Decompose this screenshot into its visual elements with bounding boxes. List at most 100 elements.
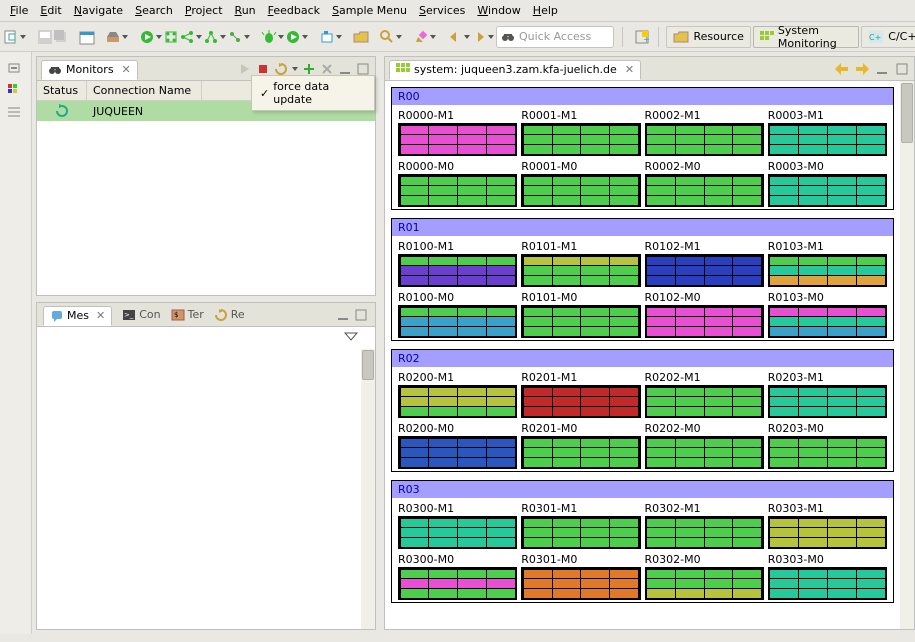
perspective-resource[interactable]: Resource [666, 26, 750, 48]
edit-icon[interactable] [414, 28, 428, 46]
graph-icon[interactable] [180, 28, 194, 46]
minimize-icon[interactable] [335, 307, 351, 323]
rack-R01[interactable]: R01R0100-M1R0101-M1R0102-M1R0103-M1R0100… [391, 218, 894, 341]
node-R0200-M1[interactable]: R0200-M1 [398, 371, 517, 418]
run-circle-icon[interactable] [286, 28, 300, 46]
node-R0303-M0[interactable]: R0303-M0 [768, 553, 887, 600]
run-icon[interactable] [140, 28, 154, 46]
node-R0101-M0[interactable]: R0101-M0 [521, 291, 640, 338]
node-R0302-M1[interactable]: R0302-M1 [645, 502, 764, 549]
close-icon[interactable]: ✕ [96, 309, 105, 322]
monitors-tab[interactable]: Monitors ✕ [41, 60, 138, 80]
menu-search[interactable]: Search [129, 2, 179, 19]
node-R0000-M0[interactable]: R0000-M0 [398, 160, 517, 207]
node-R0001-M0[interactable]: R0001-M0 [521, 160, 640, 207]
node-R0203-M1[interactable]: R0203-M1 [768, 371, 887, 418]
dropdown-icon[interactable] [196, 35, 202, 39]
menu-services[interactable]: Services [413, 2, 471, 19]
node-R0301-M1[interactable]: R0301-M1 [521, 502, 640, 549]
menu-edit[interactable]: Edit [34, 2, 67, 19]
node-R0202-M0[interactable]: R0202-M0 [645, 422, 764, 469]
node-R0000-M1[interactable]: R0000-M1 [398, 109, 517, 156]
column-status[interactable]: Status [37, 81, 87, 100]
dropdown-icon[interactable] [291, 67, 299, 71]
node-R0101-M1[interactable]: R0101-M1 [521, 240, 640, 287]
node-R0103-M0[interactable]: R0103-M0 [768, 291, 887, 338]
dropdown-icon[interactable] [156, 35, 162, 39]
save-icon[interactable] [38, 28, 52, 46]
calendar-icon[interactable] [80, 28, 94, 46]
tree-icon[interactable] [204, 28, 218, 46]
node-R0300-M1[interactable]: R0300-M1 [398, 502, 517, 549]
node-R0102-M0[interactable]: R0102-M0 [645, 291, 764, 338]
forward-icon[interactable] [472, 28, 486, 46]
vertical-scrollbar[interactable] [900, 81, 914, 629]
node-R0300-M0[interactable]: R0300-M0 [398, 553, 517, 600]
dropdown-icon[interactable] [302, 35, 308, 39]
node-R0100-M1[interactable]: R0100-M1 [398, 240, 517, 287]
back-icon[interactable] [448, 28, 462, 46]
menu-run[interactable]: Run [229, 2, 262, 19]
menu-feedback[interactable]: Feedback [262, 2, 326, 19]
rack-R03[interactable]: R03R0300-M1R0301-M1R0302-M1R0303-M1R0300… [391, 480, 894, 603]
tab-ter[interactable]: $Ter [171, 308, 204, 322]
node-R0001-M1[interactable]: R0001-M1 [521, 109, 640, 156]
node-R0301-M0[interactable]: R0301-M0 [521, 553, 640, 600]
dropdown-icon[interactable] [244, 35, 250, 39]
new-icon[interactable] [4, 28, 18, 46]
maximize-icon[interactable] [894, 61, 910, 77]
profile-icon[interactable] [164, 28, 178, 46]
close-icon[interactable]: ✕ [122, 63, 131, 76]
dropdown-icon[interactable] [336, 35, 342, 39]
system-tab[interactable]: system: juqueen3.zam.kfa-juelich.de ✕ [389, 60, 641, 80]
quick-access-input[interactable]: Quick Access [496, 26, 614, 48]
chevron-down-icon[interactable] [345, 331, 359, 345]
perspective-system-monitoring[interactable]: System Monitoring [753, 26, 859, 48]
forward-icon[interactable] [854, 61, 870, 77]
node-R0102-M1[interactable]: R0102-M1 [645, 240, 764, 287]
save-all-icon[interactable] [54, 28, 68, 46]
dropdown-icon[interactable] [278, 35, 284, 39]
rack-R02[interactable]: R02R0200-M1R0201-M1R0202-M1R0203-M1R0200… [391, 349, 894, 472]
debug-icon[interactable] [262, 28, 276, 46]
menu-project[interactable]: Project [179, 2, 229, 19]
menu-file[interactable]: File [4, 2, 34, 19]
menu-help[interactable]: Help [527, 2, 564, 19]
node-R0201-M0[interactable]: R0201-M0 [521, 422, 640, 469]
restore-icon[interactable] [8, 62, 24, 78]
node-R0303-M1[interactable]: R0303-M1 [768, 502, 887, 549]
rack-R00[interactable]: R00R0000-M1R0001-M1R0002-M1R0003-M1R0000… [391, 87, 894, 210]
open-folder-icon[interactable] [354, 28, 368, 46]
column-connection-name[interactable]: Connection Name [87, 81, 202, 100]
dropdown-icon[interactable] [464, 35, 470, 39]
dropdown-icon[interactable] [488, 35, 494, 39]
node-R0002-M1[interactable]: R0002-M1 [645, 109, 764, 156]
tab-con[interactable]: >_Con [122, 308, 160, 322]
node-R0201-M1[interactable]: R0201-M1 [521, 371, 640, 418]
palette-icon[interactable] [8, 84, 24, 100]
dropdown-icon[interactable] [430, 35, 436, 39]
node-R0302-M0[interactable]: R0302-M0 [645, 553, 764, 600]
minimize-icon[interactable] [874, 61, 890, 77]
open-perspective-icon[interactable]: + [635, 29, 649, 45]
list-icon[interactable] [8, 106, 24, 122]
back-icon[interactable] [834, 61, 850, 77]
node-R0203-M0[interactable]: R0203-M0 [768, 422, 887, 469]
dropdown-icon[interactable] [122, 35, 128, 39]
close-icon[interactable]: ✕ [625, 63, 634, 76]
refresh-nodes-icon[interactable] [228, 28, 242, 46]
build-icon[interactable] [106, 28, 120, 46]
node-R0200-M0[interactable]: R0200-M0 [398, 422, 517, 469]
dropdown-icon[interactable] [20, 35, 26, 39]
menu-sample-menu[interactable]: Sample Menu [326, 2, 413, 19]
node-R0003-M1[interactable]: R0003-M1 [768, 109, 887, 156]
tab-mes[interactable]: Mes✕ [43, 306, 112, 326]
node-R0002-M0[interactable]: R0002-M0 [645, 160, 764, 207]
menu-navigate[interactable]: Navigate [68, 2, 129, 19]
menu-window[interactable]: Window [471, 2, 526, 19]
dropdown-icon[interactable] [220, 35, 226, 39]
perspective-c-c-[interactable]: C+C/C++ [861, 26, 915, 48]
maximize-icon[interactable] [353, 307, 369, 323]
vertical-scrollbar[interactable] [361, 349, 375, 629]
node-R0100-M0[interactable]: R0100-M0 [398, 291, 517, 338]
